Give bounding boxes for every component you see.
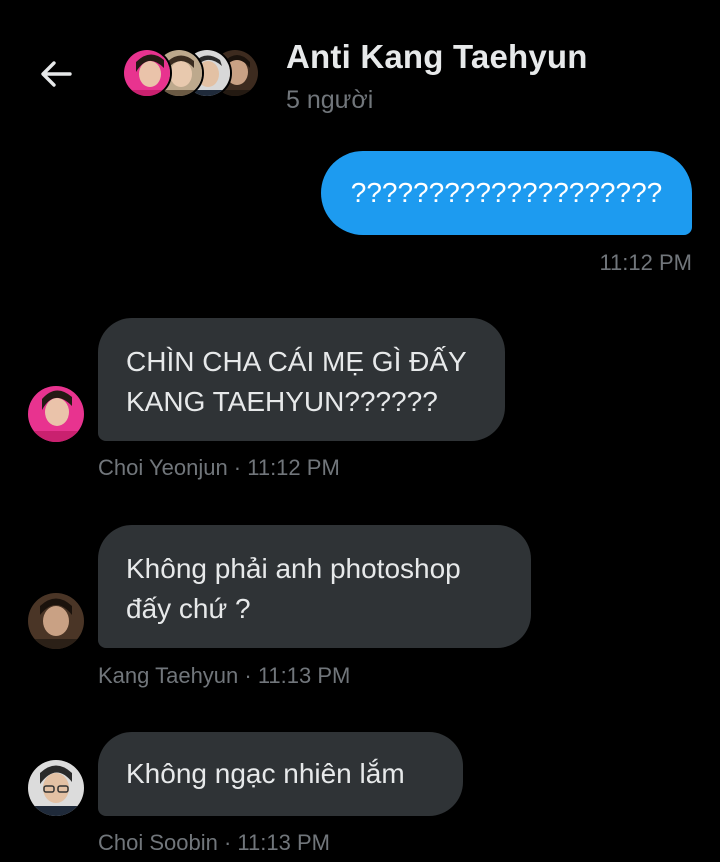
message-meta: Choi Soobin · 11:13 PM	[98, 830, 330, 855]
message-timestamp: 11:12 PM	[599, 250, 692, 275]
incoming-message-bubble[interactable]: Không phải anh photoshop đấy chứ ?	[98, 525, 531, 648]
incoming-message-bubble[interactable]: CHÌN CHA CÁI MẸ GÌ ĐẤY KANG TAEHYUN?????…	[98, 318, 505, 441]
message-text-line: CHÌN CHA CÁI MẸ GÌ ĐẤY	[126, 346, 467, 377]
member-count[interactable]: 5 người	[286, 86, 373, 115]
message-text-line: Không ngạc nhiên lắm	[126, 758, 405, 789]
message-meta: Choi Yeonjun · 11:12 PM	[98, 455, 340, 480]
sender-avatar[interactable]	[28, 760, 84, 816]
incoming-message-bubble[interactable]: Không ngạc nhiên lắm	[98, 732, 463, 816]
group-member-avatar	[122, 48, 172, 98]
arrow-left-icon	[36, 54, 76, 94]
message-text-line: đấy chứ ?	[126, 593, 251, 624]
message-text-line: KANG TAEHYUN??????	[126, 386, 438, 417]
sender-avatar[interactable]	[28, 593, 84, 649]
group-title: Anti Kang Taehyun	[286, 38, 588, 75]
back-button[interactable]	[36, 54, 76, 94]
group-avatar-stack[interactable]	[122, 48, 262, 100]
message-meta: Kang Taehyun · 11:13 PM	[98, 663, 351, 688]
message-text: ????????????????????	[350, 177, 663, 208]
message-text-line: Không phải anh photoshop	[126, 553, 461, 584]
outgoing-message-bubble[interactable]: ????????????????????	[321, 151, 692, 235]
sender-avatar[interactable]	[28, 386, 84, 442]
